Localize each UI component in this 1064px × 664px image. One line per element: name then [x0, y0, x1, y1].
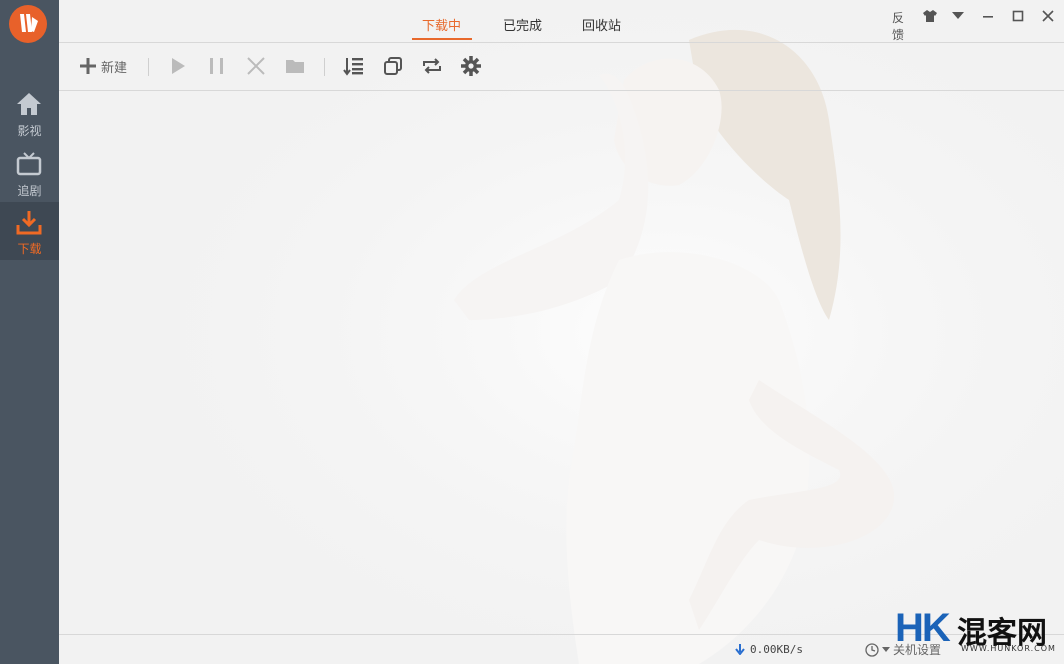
toolbar: 新建 [59, 46, 1064, 86]
dropdown-arrow-icon [882, 646, 890, 652]
tv-icon [16, 152, 42, 176]
new-task-button[interactable]: 新建 [78, 54, 127, 78]
play-icon [172, 58, 185, 74]
sidebar-item-movies[interactable]: 影视 [0, 84, 59, 142]
sidebar-item-label: 下载 [17, 242, 42, 256]
skin-icon[interactable] [923, 10, 937, 22]
speed-value: 0.00KB/s [750, 643, 803, 656]
pause-icon [210, 58, 223, 74]
toolbar-divider [148, 58, 149, 76]
sidebar-item-label: 追剧 [17, 184, 42, 198]
toolbar-divider [324, 58, 325, 76]
background-artwork [59, 0, 1064, 664]
sidebar-item-series[interactable]: 追剧 [0, 144, 59, 202]
watermark: HK 混客网 WWW.HUNKOR.COM [895, 606, 1060, 662]
tab-recycle-bin[interactable]: 回收站 [582, 15, 621, 34]
repeat-icon [423, 58, 441, 74]
watermark-url: WWW.HUNKOR.COM [961, 644, 1056, 653]
sidebar-item-download[interactable]: 下载 [0, 202, 59, 260]
minimize-icon[interactable] [982, 10, 994, 22]
copy-button[interactable] [382, 54, 404, 78]
tab-completed[interactable]: 已完成 [503, 15, 542, 34]
sidebar: 影视 追剧 下载 [0, 0, 59, 664]
folder-icon [286, 60, 304, 73]
close-icon[interactable] [1042, 10, 1054, 22]
watermark-logo: HK [895, 606, 951, 650]
feedback-link[interactable]: 反馈 [892, 9, 904, 43]
settings-button[interactable] [460, 54, 482, 78]
tab-downloading[interactable]: 下载中 [422, 15, 461, 34]
download-speed: 0.00KB/s [735, 643, 803, 656]
delete-button[interactable] [245, 54, 267, 78]
open-folder-button[interactable] [284, 54, 306, 78]
list-icon [343, 58, 363, 76]
new-task-label: 新建 [101, 60, 128, 76]
repeat-button[interactable] [421, 54, 443, 78]
clock-icon [865, 642, 879, 657]
copy-icon [384, 57, 402, 75]
download-icon [16, 211, 42, 235]
home-icon [17, 93, 41, 115]
maximize-icon[interactable] [1012, 10, 1024, 22]
app-logo[interactable] [9, 5, 47, 43]
sort-list-button[interactable] [343, 54, 365, 78]
toolbar-divider-line [59, 90, 1064, 91]
pause-button[interactable] [206, 54, 228, 78]
sidebar-item-label: 影视 [17, 124, 42, 138]
active-tab-indicator [412, 38, 472, 40]
tab-divider [59, 42, 1064, 43]
download-arrow-icon [735, 644, 745, 655]
menu-dropdown-icon[interactable] [952, 12, 964, 20]
add-icon [80, 58, 96, 74]
tab-bar: 下载中 已完成 回收站 [59, 0, 1064, 42]
start-button[interactable] [167, 54, 189, 78]
main-panel: 下载中 已完成 回收站 反馈 新建 0.00KB/s 关机设置 [59, 0, 1064, 664]
delete-icon [247, 57, 265, 75]
settings-icon [461, 56, 481, 76]
